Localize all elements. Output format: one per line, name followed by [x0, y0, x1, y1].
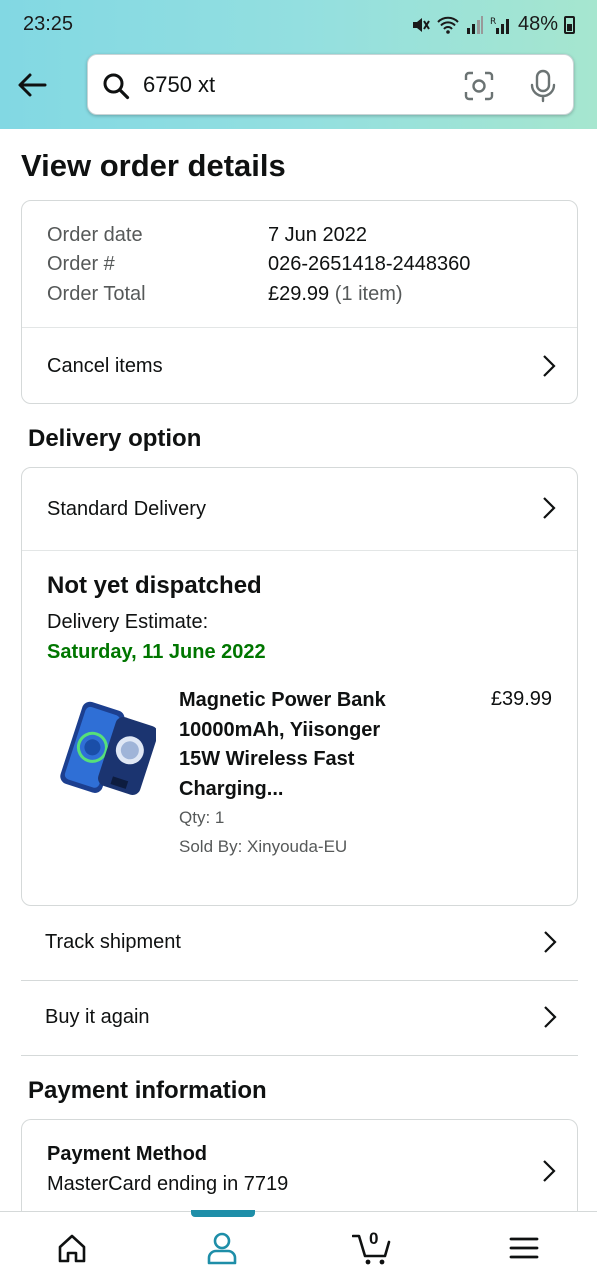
wifi-icon — [437, 16, 459, 34]
payment-method-title: Payment Method — [47, 1143, 208, 1165]
search-icon[interactable] — [102, 72, 130, 100]
order-total-value: £29.99 (1 item) — [268, 283, 403, 306]
home-icon[interactable] — [52, 1230, 92, 1266]
track-shipment-row[interactable]: Track shipment — [21, 905, 578, 979]
order-date-value: 7 Jun 2022 — [268, 224, 367, 246]
cart-count: 0 — [369, 1229, 379, 1248]
delivery-estimate-date: Saturday, 11 June 2022 — [47, 641, 266, 663]
chevron-right-icon — [544, 931, 557, 953]
buy-again-label: Buy it again — [45, 1005, 150, 1028]
divider — [22, 550, 577, 551]
order-item-count: (1 item) — [334, 283, 403, 305]
payment-method-value: MasterCard ending in 7719 — [47, 1173, 289, 1195]
search-query[interactable]: 6750 xt — [143, 72, 215, 98]
order-number-value: 026-2651418-2448360 — [268, 253, 471, 275]
buy-again-row[interactable]: Buy it again — [21, 980, 578, 1054]
status-time: 23:25 — [23, 13, 74, 35]
account-icon[interactable] — [202, 1230, 242, 1266]
active-tab-indicator — [191, 1210, 255, 1217]
svg-text:R: R — [490, 17, 496, 27]
battery-icon — [564, 15, 575, 34]
delivery-section-title: Delivery option — [28, 425, 202, 452]
microphone-icon[interactable] — [529, 69, 557, 103]
order-total-amount: £29.99 — [268, 283, 330, 305]
delivery-card: Standard Delivery Not yet dispatched Del… — [21, 467, 578, 906]
chevron-right-icon — [544, 1006, 557, 1028]
battery-percent: 48% — [517, 13, 558, 35]
order-summary-card: Order date 7 Jun 2022 Order # 026-265141… — [21, 200, 578, 404]
mute-icon — [412, 17, 430, 32]
payment-section-title: Payment information — [28, 1077, 267, 1104]
product-name[interactable]: Magnetic Power Bank 10000mAh, Yiisonger … — [179, 686, 424, 804]
cancel-items-row[interactable]: Cancel items — [22, 328, 577, 403]
divider — [21, 1055, 578, 1056]
product-quantity: Qty: 1 — [179, 808, 225, 827]
search-input[interactable]: 6750 xt — [87, 54, 574, 115]
order-total-label: Order Total — [47, 283, 146, 305]
signal-icon-2: R — [490, 17, 509, 34]
app-header: 23:25 R 48% 6750 xt — [0, 0, 597, 129]
bottom-nav: 0 — [0, 1210, 597, 1280]
delivery-option-label: Standard Delivery — [47, 497, 206, 520]
product-seller: Sold By: Xinyouda-EU — [179, 837, 348, 856]
signal-icon — [466, 15, 483, 34]
delivery-option-row[interactable]: Standard Delivery — [22, 468, 577, 550]
delivery-estimate-label: Delivery Estimate: — [47, 611, 209, 633]
back-arrow-icon[interactable] — [16, 69, 48, 101]
camera-scan-icon[interactable] — [464, 71, 494, 101]
status-bar: 23:25 R 48% — [0, 0, 597, 50]
cancel-items-label: Cancel items — [47, 354, 163, 377]
product-price: £39.99 — [490, 688, 552, 710]
page-title: View order details — [21, 148, 286, 183]
order-date-label: Order date — [47, 224, 143, 246]
chevron-right-icon — [543, 497, 556, 519]
product-image[interactable] — [48, 698, 156, 800]
menu-icon[interactable] — [504, 1230, 544, 1266]
dispatch-status: Not yet dispatched — [47, 572, 262, 599]
status-icons: R 48% — [410, 13, 575, 36]
chevron-right-icon — [543, 355, 556, 377]
track-shipment-label: Track shipment — [45, 930, 181, 953]
chevron-right-icon — [543, 1160, 556, 1182]
order-number-label: Order # — [47, 253, 115, 275]
